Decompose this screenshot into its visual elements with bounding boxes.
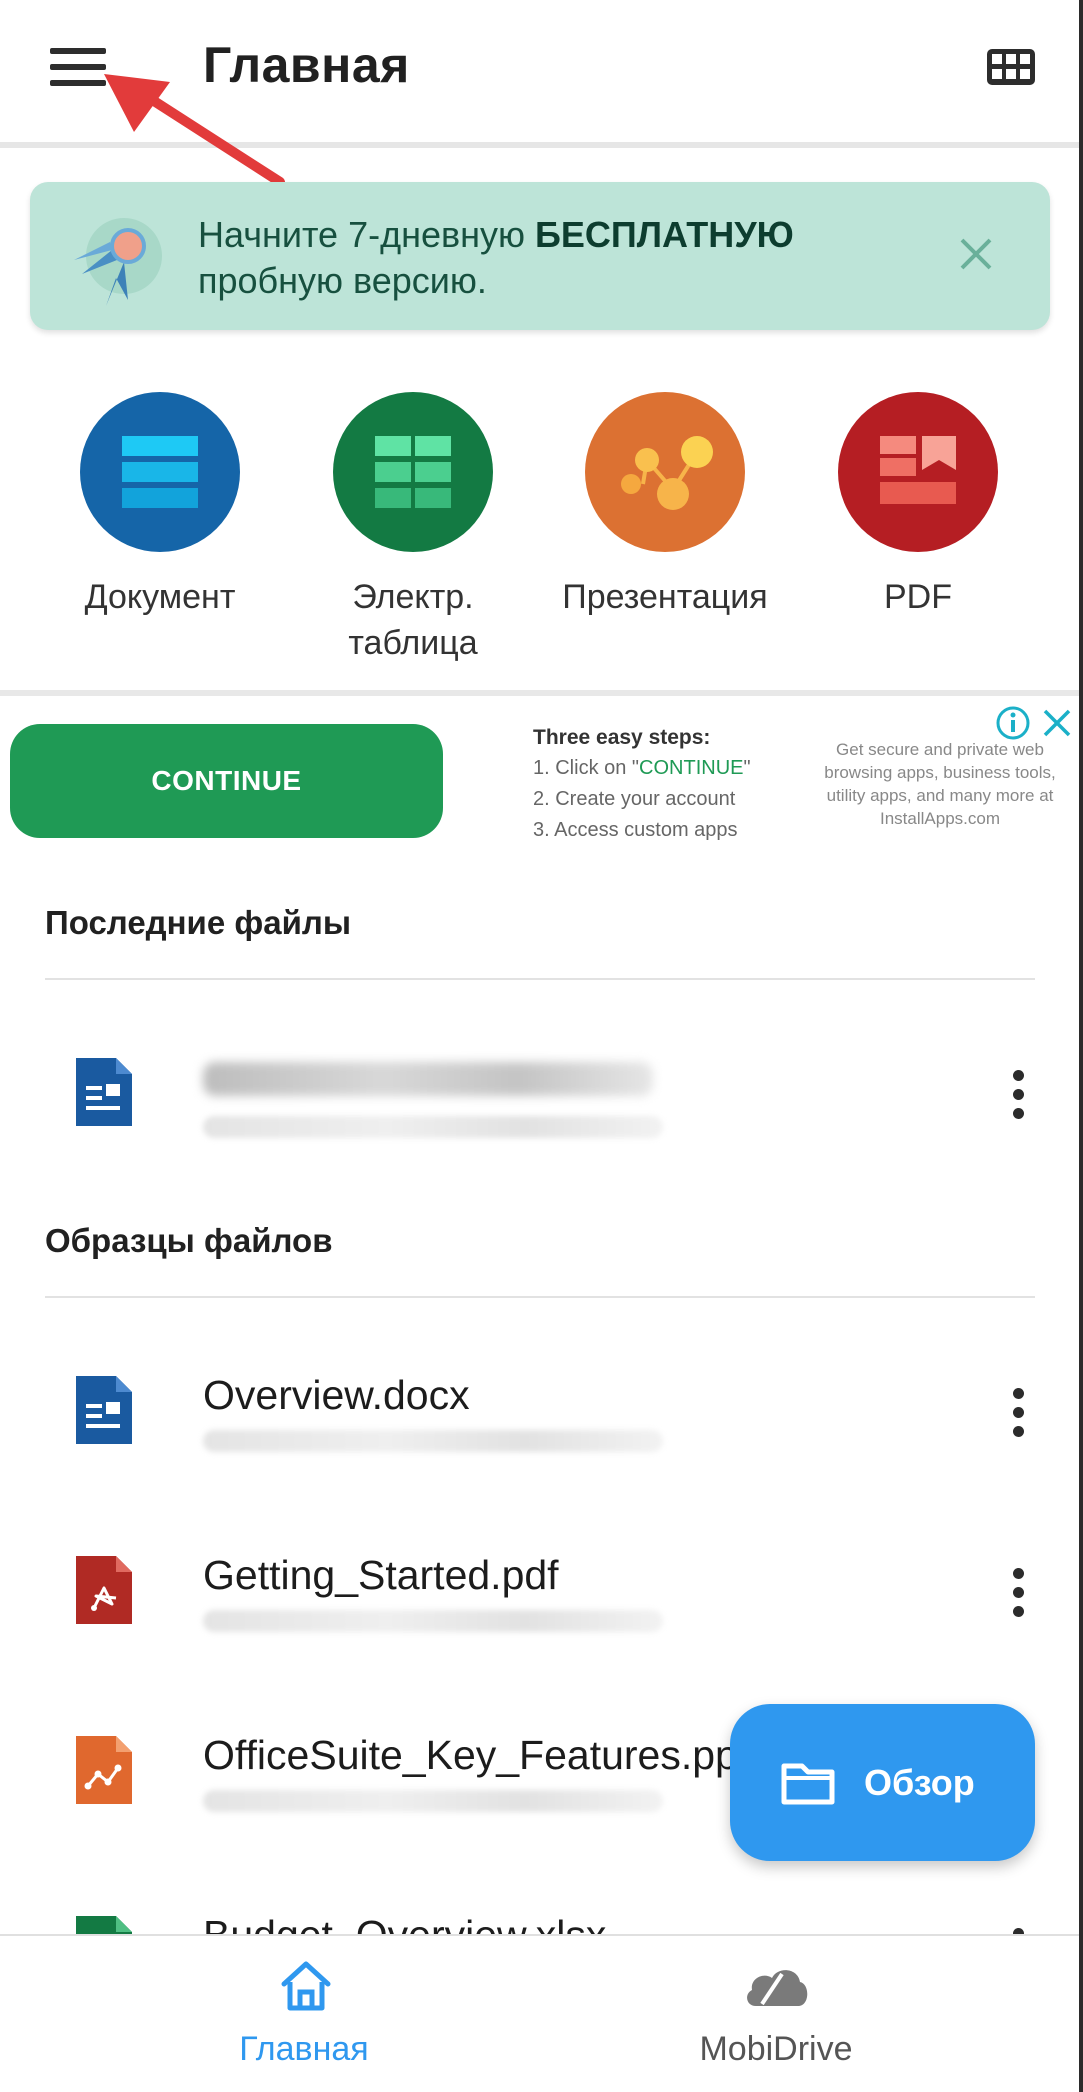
pdf-file-icon — [76, 1556, 132, 1624]
create-pdf-button[interactable]: PDF — [793, 392, 1043, 620]
close-icon[interactable] — [954, 232, 998, 276]
nav-mobidrive-label: MobiDrive — [699, 2030, 853, 2068]
ad-step-1-highlight: CONTINUE — [639, 757, 744, 779]
ad-step-1-suffix: " — [743, 757, 751, 779]
ad-close-icon[interactable] — [1040, 706, 1074, 740]
create-presentation-label: Презентация — [562, 578, 768, 616]
docx-file-icon — [76, 1376, 132, 1444]
more-options-icon[interactable] — [1006, 1070, 1030, 1122]
ad-side-text: Get secure and private web browsing apps… — [824, 740, 1056, 828]
docx-file-icon — [76, 1058, 132, 1126]
ad-step-3: 3. Access custom apps — [533, 819, 738, 841]
promo-text-prefix: Начните 7-дневную — [198, 214, 536, 255]
pptx-file-icon — [76, 1736, 132, 1804]
file-name: OfficeSuite_Key_Features.pptx — [203, 1732, 743, 1778]
presentation-icon — [585, 392, 745, 552]
ad-step-2: 2. Create your account — [533, 788, 736, 810]
bottom-navigation: Главная MobiDrive — [0, 1934, 1080, 2092]
hamburger-menu-icon[interactable] — [50, 48, 106, 88]
nav-item-home[interactable]: Главная — [154, 1936, 454, 2092]
blurred-file-name — [203, 1062, 653, 1096]
screen-edge — [1079, 0, 1083, 2092]
promo-text-bold: БЕСПЛАТНУЮ — [535, 214, 794, 255]
info-icon[interactable] — [996, 706, 1030, 740]
more-options-icon[interactable] — [1006, 1568, 1030, 1620]
recent-files-divider — [45, 978, 1035, 980]
sample-files-divider — [45, 1296, 1035, 1298]
quick-create-row: Документ Электр. таблица Презентация PDF — [0, 392, 1080, 682]
grid-view-icon[interactable] — [986, 48, 1036, 86]
nav-home-label: Главная — [239, 2030, 369, 2068]
ad-step-1-prefix: 1. Click on " — [533, 757, 640, 779]
browse-fab-label: Обзор — [864, 1761, 975, 1803]
create-spreadsheet-label: Электр. таблица — [348, 578, 478, 662]
blurred-file-meta — [203, 1116, 663, 1138]
promo-text-suffix: пробную версию. — [198, 260, 487, 301]
sample-files-heading: Образцы файлов — [45, 1222, 333, 1259]
create-spreadsheet-button[interactable]: Электр. таблица — [288, 392, 538, 666]
section-divider — [0, 690, 1080, 696]
create-pdf-label: PDF — [884, 578, 952, 616]
recent-files-heading: Последние файлы — [45, 904, 352, 941]
promo-text: Начните 7-дневную БЕСПЛАТНУЮ пробную вер… — [198, 212, 794, 304]
xlsx-file-icon — [76, 1916, 132, 1934]
create-document-label: Документ — [84, 578, 236, 616]
file-name: Budget_Overview.xlsx — [203, 1914, 606, 1934]
recent-file-row[interactable] — [0, 1056, 1080, 1186]
cloud-icon — [747, 1970, 808, 2006]
file-name: Getting_Started.pdf — [203, 1552, 559, 1598]
ad-steps-title: Three easy steps: — [533, 726, 711, 749]
pdf-icon — [838, 392, 998, 552]
more-options-icon[interactable] — [1006, 1388, 1030, 1440]
folder-icon — [781, 1763, 835, 1804]
spreadsheet-icon — [333, 392, 493, 552]
create-document-button[interactable]: Документ — [35, 392, 285, 620]
award-ribbon-icon — [74, 218, 162, 306]
blurred-file-meta — [203, 1790, 663, 1812]
blurred-file-meta — [203, 1430, 663, 1452]
home-icon — [281, 1961, 331, 2011]
document-icon — [80, 392, 240, 552]
ad-steps: Three easy steps: 1. Click on "CONTINUE"… — [533, 722, 751, 846]
sample-file-row[interactable]: Getting_Started.pdf — [0, 1552, 1080, 1684]
ad-step-1: 1. Click on "CONTINUE" — [533, 753, 751, 784]
create-presentation-button[interactable]: Презентация — [540, 392, 790, 620]
browse-fab-button[interactable]: Обзор — [730, 1704, 1035, 1861]
nav-item-mobidrive[interactable]: MobiDrive — [626, 1936, 926, 2092]
file-name: Overview.docx — [203, 1372, 470, 1418]
ad-continue-button[interactable]: CONTINUE — [10, 724, 443, 838]
annotation-arrow-icon — [104, 74, 285, 187]
blurred-file-meta — [203, 1610, 663, 1632]
sample-file-row[interactable]: Budget_Overview.xlsx — [0, 1914, 1080, 1934]
sample-file-row[interactable]: Overview.docx — [0, 1372, 1080, 1504]
trial-promo-banner[interactable]: Начните 7-дневную БЕСПЛАТНУЮ пробную вер… — [30, 182, 1050, 330]
ad-banner[interactable]: CONTINUE Three easy steps: 1. Click on "… — [0, 700, 1080, 850]
